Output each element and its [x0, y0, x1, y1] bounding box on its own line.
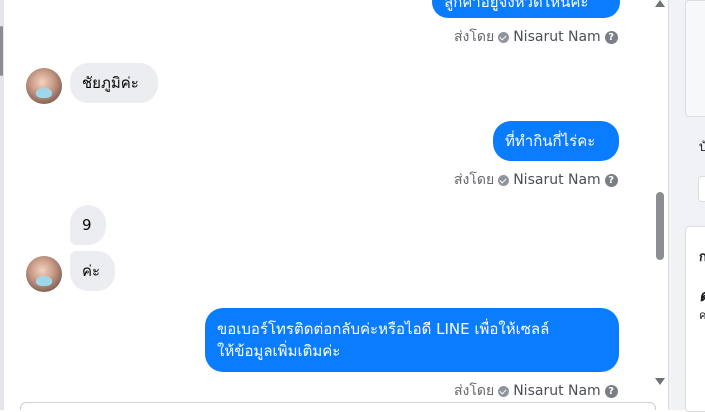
conversation-panel: ลูกค้าอยู่จังหวัดไหนคะ ส่งโดย Nisarut Na… — [0, 0, 668, 410]
message-outgoing: ที่ทำกินกี่ไร่คะ — [493, 121, 619, 161]
sent-by-label: ส่งโดย Nisarut Nam ? — [454, 26, 618, 48]
message-text: ลูกค้าอยู่จังหวัดไหนคะ — [444, 0, 589, 11]
help-icon[interactable]: ? — [604, 173, 618, 187]
left-scroll-mark — [0, 26, 3, 76]
message-outgoing: ขอเบอร์โทรติดต่อกลับค่ะหรือไอดี LINE เพื… — [205, 308, 619, 372]
sender-name: Nisarut Nam — [513, 383, 601, 399]
scroll-down-arrow-icon[interactable] — [655, 378, 665, 385]
help-icon[interactable]: ? — [604, 30, 618, 44]
message-incoming: ชัยภูมิค่ะ — [70, 63, 158, 103]
scroll-up-arrow-icon[interactable] — [655, 0, 665, 7]
right-panel-label: บั — [699, 140, 705, 155]
sent-by-prefix: ส่งโดย — [454, 29, 495, 45]
avatar[interactable] — [26, 68, 62, 104]
right-panel-label: ค — [699, 309, 705, 322]
right-panel: บั ก ต ค — [668, 0, 705, 412]
message-incoming: ค่ะ — [70, 251, 115, 291]
message-outgoing: ลูกค้าอยู่จังหวัดไหนคะ — [432, 0, 620, 18]
scrollbar-thumb[interactable] — [656, 192, 664, 260]
check-icon — [498, 174, 510, 186]
message-text: ที่ทำกินกี่ไร่คะ — [505, 132, 596, 150]
check-icon — [498, 31, 510, 43]
message-text-line: ให้ข้อมูลเพิ่มเติมค่ะ — [217, 342, 341, 360]
right-panel-input[interactable] — [698, 176, 705, 202]
sender-name: Nisarut Nam — [513, 172, 601, 188]
sent-by-label: ส่งโดย Nisarut Nam ? — [454, 169, 618, 191]
message-input[interactable] — [20, 402, 656, 410]
message-text-line: ขอเบอร์โทรติดต่อกลับค่ะหรือไอดี LINE เพื… — [217, 320, 550, 338]
help-icon[interactable]: ? — [604, 384, 618, 398]
sent-by-label: ส่งโดย Nisarut Nam ? — [454, 380, 618, 402]
sent-by-prefix: ส่งโดย — [454, 383, 495, 399]
message-text: ชัยภูมิค่ะ — [82, 74, 139, 92]
message-text: ค่ะ — [82, 262, 101, 280]
message-incoming: 9 — [70, 205, 106, 245]
right-panel-label: ก — [699, 250, 705, 265]
right-panel-card — [685, 0, 705, 117]
message-text: 9 — [82, 216, 92, 234]
sender-name: Nisarut Nam — [513, 29, 601, 45]
check-icon — [498, 385, 510, 397]
sent-by-prefix: ส่งโดย — [454, 172, 495, 188]
avatar[interactable] — [26, 256, 62, 292]
